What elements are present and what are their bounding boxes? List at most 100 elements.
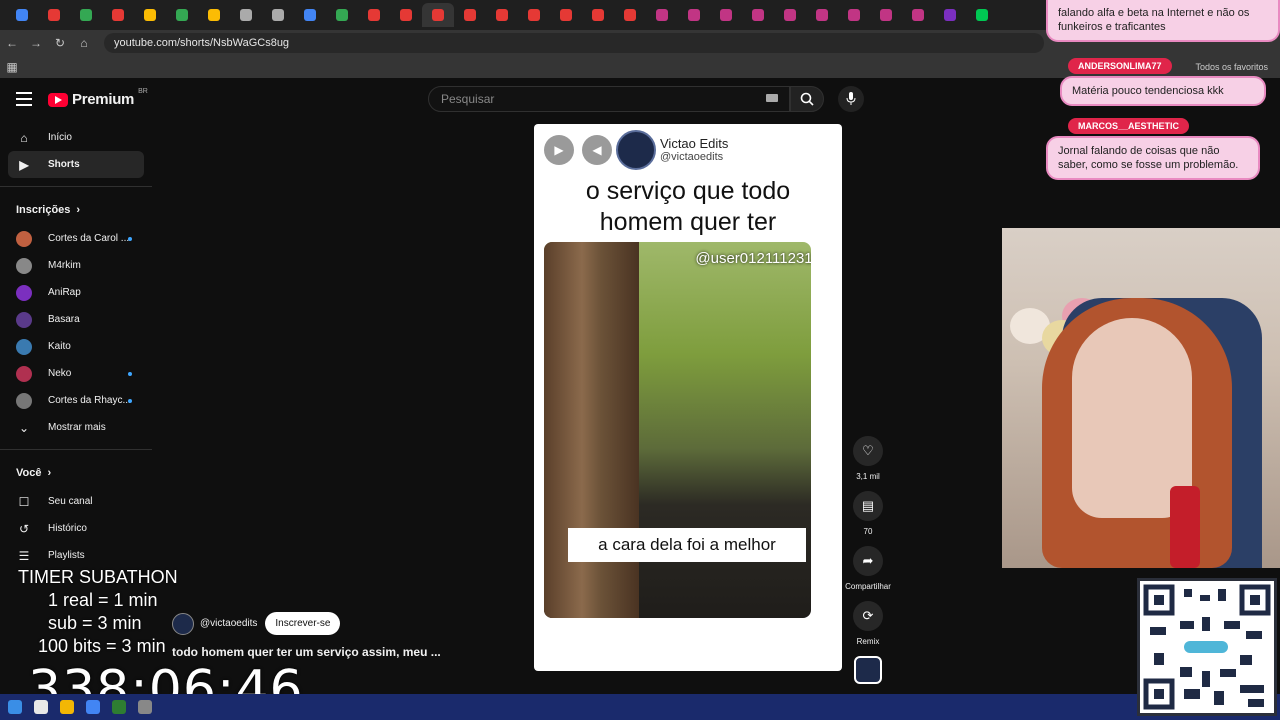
tab-favicon-icon <box>656 9 668 21</box>
browser-tab[interactable] <box>806 3 838 27</box>
browser-tab[interactable] <box>582 3 614 27</box>
subscription-label: Basara <box>48 314 80 325</box>
taskbar-app-icon[interactable] <box>112 700 126 714</box>
browser-tab[interactable] <box>966 3 998 27</box>
chat-message: Matéria pouco tendenciosa kkk <box>1060 76 1266 106</box>
sidebar-item-label: Seu canal <box>48 496 93 507</box>
tab-favicon-icon <box>912 9 924 21</box>
browser-tab[interactable] <box>326 3 358 27</box>
reload-icon[interactable]: ↻ <box>48 36 72 50</box>
sound-avatar[interactable] <box>854 656 882 684</box>
taskbar-app-icon[interactable] <box>138 700 152 714</box>
tab-favicon-icon <box>944 9 956 21</box>
url-field[interactable]: youtube.com/shorts/NsbWaGCs8ug <box>104 33 1044 53</box>
play-button[interactable]: ▶ <box>544 135 574 165</box>
channel-avatar <box>16 230 32 247</box>
browser-tab[interactable] <box>262 3 294 27</box>
browser-tab[interactable] <box>38 3 70 27</box>
browser-tab[interactable] <box>454 3 486 27</box>
browser-tab[interactable] <box>678 3 710 27</box>
browser-tab[interactable] <box>166 3 198 27</box>
share-action[interactable]: ➦ Compartilhar <box>844 546 892 591</box>
taskbar-chrome-icon[interactable] <box>86 700 100 714</box>
windows-start-icon[interactable] <box>8 700 22 714</box>
tab-favicon-icon <box>368 9 380 21</box>
browser-tab[interactable] <box>550 3 582 27</box>
browser-tab[interactable] <box>838 3 870 27</box>
sidebar-subscription-item[interactable]: Kaito <box>0 333 152 360</box>
channel-avatar[interactable] <box>616 130 656 170</box>
browser-tab[interactable] <box>774 3 806 27</box>
browser-tab[interactable] <box>294 3 326 27</box>
short-title[interactable]: todo homem quer ter um serviço assim, me… <box>172 645 441 659</box>
comments-action[interactable]: ▤ 70 <box>844 491 892 536</box>
browser-tab[interactable] <box>614 3 646 27</box>
youtube-play-icon <box>48 92 68 107</box>
sidebar-item-historico[interactable]: ↺ Histórico <box>0 515 152 542</box>
sidebar-subscription-item[interactable]: Basara <box>0 306 152 333</box>
sidebar-subscription-item[interactable]: M4rkim <box>0 252 152 279</box>
youtube-premium-logo[interactable]: Premium BR <box>48 88 148 108</box>
subscribe-button[interactable]: Inscrever-se <box>265 612 341 635</box>
browser-tab[interactable] <box>134 3 166 27</box>
home-browser-icon[interactable]: ⌂ <box>72 36 96 50</box>
sidebar-subscription-item[interactable]: Cortes da Carol ... <box>0 225 152 252</box>
taskbar-folder-icon[interactable] <box>60 700 74 714</box>
tab-favicon-icon <box>496 9 508 21</box>
tab-favicon-icon <box>240 9 252 21</box>
search-input[interactable]: Pesquisar <box>428 86 790 112</box>
share-icon: ➦ <box>853 546 883 576</box>
browser-tab[interactable] <box>710 3 742 27</box>
sidebar-item-seu-canal[interactable]: ☐ Seu canal <box>0 488 152 515</box>
channel-info[interactable]: Victao Edits @victaoedits <box>660 136 728 163</box>
tab-favicon-icon <box>624 9 636 21</box>
browser-tab[interactable] <box>102 3 134 27</box>
voice-search-button[interactable] <box>838 86 864 112</box>
sidebar-item-label: Histórico <box>48 523 87 534</box>
like-action[interactable]: ♡ 3,1 mil <box>844 436 892 481</box>
more-options-icon[interactable]: ⋮ <box>800 143 812 157</box>
tab-favicon-icon <box>48 9 60 21</box>
sidebar-subscription-item[interactable]: Neko <box>0 360 152 387</box>
search-button[interactable] <box>790 86 824 112</box>
browser-tab[interactable] <box>6 3 38 27</box>
browser-tab[interactable] <box>230 3 262 27</box>
browser-tab[interactable] <box>358 3 390 27</box>
timer-rule-real: 1 real = 1 min <box>48 590 158 610</box>
browser-tab[interactable] <box>934 3 966 27</box>
browser-tab[interactable] <box>70 3 102 27</box>
keyboard-icon[interactable] <box>766 94 778 102</box>
sidebar-item-shorts[interactable]: ▶ Shorts <box>8 151 144 178</box>
sidebar-item-inicio[interactable]: ⌂ Início <box>0 124 152 151</box>
forward-icon[interactable]: → <box>24 36 48 50</box>
browser-tab[interactable] <box>646 3 678 27</box>
browser-tab[interactable] <box>902 3 934 27</box>
channel-handle-small[interactable]: @victaoedits <box>200 618 257 629</box>
browser-tab[interactable] <box>870 3 902 27</box>
subscriptions-header[interactable]: Inscrições › <box>0 195 152 225</box>
show-more-button[interactable]: ⌄ Mostrar mais <box>0 414 152 441</box>
browser-tab[interactable] <box>198 3 230 27</box>
browser-tab[interactable] <box>390 3 422 27</box>
subscription-label: Cortes da Rhayc... <box>48 395 131 406</box>
you-header[interactable]: Você › <box>0 458 152 488</box>
chat-text: Jornal falando de coisas que não saber, … <box>1058 145 1239 171</box>
browser-tab[interactable] <box>486 3 518 27</box>
browser-tab[interactable] <box>518 3 550 27</box>
apps-grid-icon[interactable]: ▦ <box>0 60 24 74</box>
browser-tab[interactable] <box>422 3 454 27</box>
fullscreen-icon[interactable]: ⤢ <box>824 143 834 158</box>
remix-action[interactable]: ⟳ Remix <box>844 601 892 646</box>
volume-button[interactable]: ◀ <box>582 135 612 165</box>
back-icon[interactable]: ← <box>0 36 24 50</box>
browser-tab[interactable] <box>742 3 774 27</box>
chat-entry: ANDERSONLIMA77 Matéria pouco tendenciosa… <box>1046 56 1280 106</box>
taskbar-app-icon[interactable] <box>34 700 48 714</box>
sidebar-item-playlists[interactable]: ☰ Playlists <box>0 542 152 569</box>
timer-rule-bits: 100 bits = 3 min <box>38 636 166 656</box>
hamburger-menu-icon[interactable] <box>16 92 32 106</box>
sidebar-subscription-item[interactable]: AniRap <box>0 279 152 306</box>
captions-icon[interactable]: ▭ <box>777 143 788 157</box>
sidebar-subscription-item[interactable]: Cortes da Rhayc... <box>0 387 152 414</box>
shorts-player[interactable]: ▶ ◀ Victao Edits @victaoedits ▭ ⋮ ⤢ o se… <box>534 124 842 671</box>
